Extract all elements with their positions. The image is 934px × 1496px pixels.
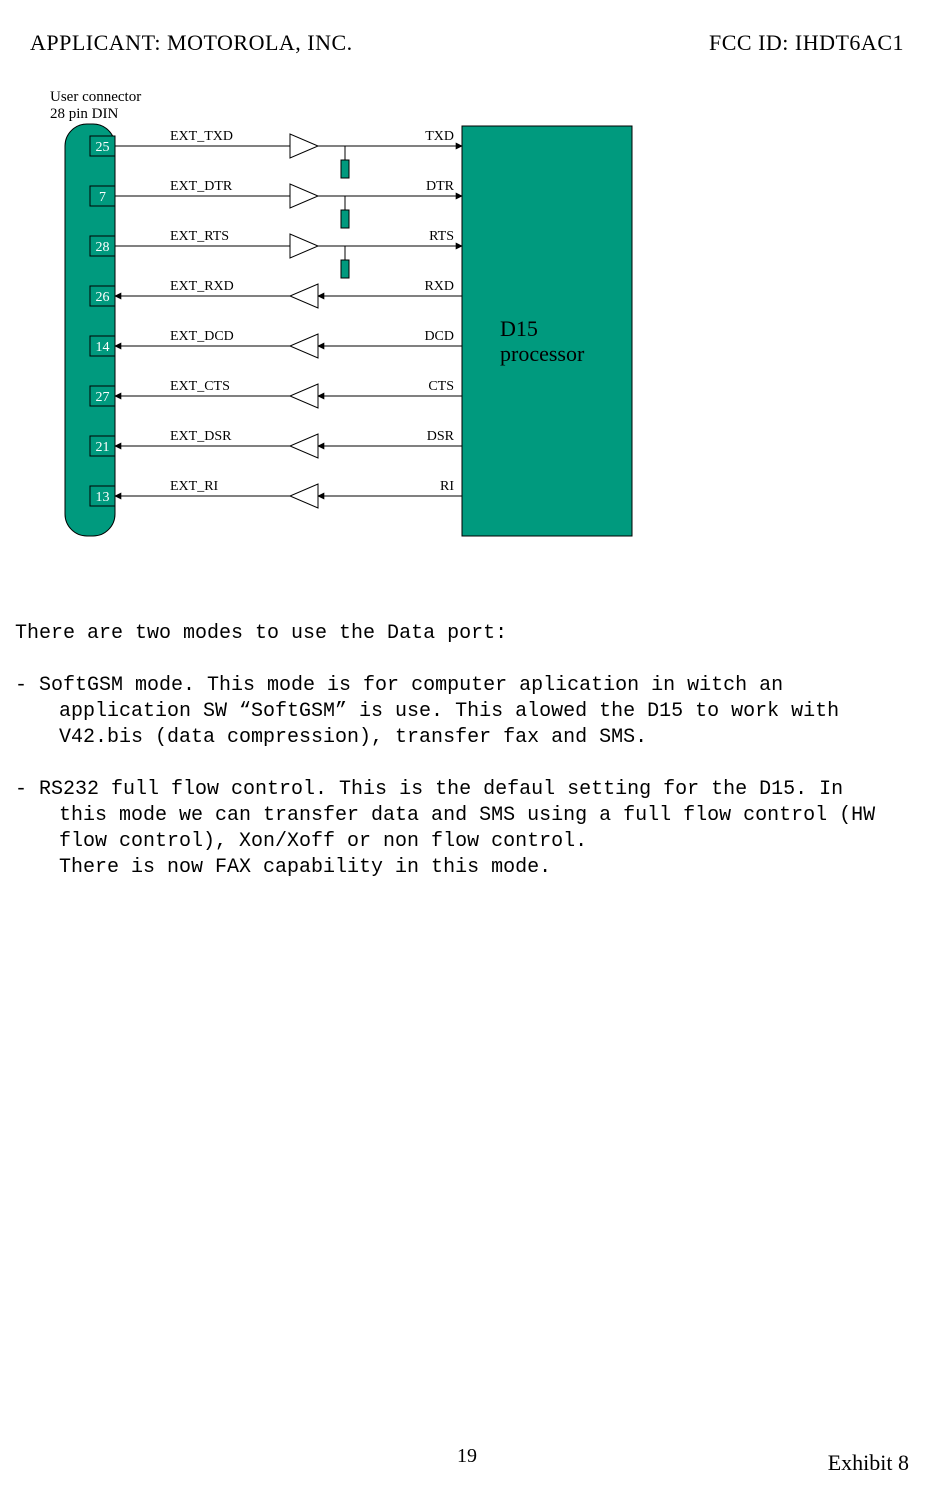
connector-label-2: 28 pin DIN bbox=[50, 106, 118, 122]
proc-signal-label: TXD bbox=[425, 129, 454, 144]
proc-signal-label: DCD bbox=[424, 329, 454, 344]
pin-number: 25 bbox=[96, 140, 110, 155]
ext-signal-label: EXT_RXD bbox=[170, 279, 234, 294]
ext-signal-label: EXT_DTR bbox=[170, 179, 233, 194]
proc-signal-label: DSR bbox=[427, 429, 455, 444]
pin-number: 27 bbox=[96, 390, 110, 405]
proc-signal-label: RTS bbox=[429, 229, 454, 244]
ext-signal-label: EXT_RTS bbox=[170, 229, 229, 244]
page: APPLICANT: MOTOROLA, INC. FCC ID: IHDT6A… bbox=[0, 0, 934, 1496]
ext-signal-label: EXT_DCD bbox=[170, 329, 234, 344]
pin-number: 26 bbox=[96, 290, 110, 305]
resistor-icon bbox=[341, 260, 349, 278]
buffer-icon bbox=[290, 284, 318, 308]
body-text: There are two modes to use the Data port… bbox=[15, 621, 899, 881]
ext-signal-label: EXT_TXD bbox=[170, 129, 233, 144]
mode-softgsm: - SoftGSM mode. This mode is for compute… bbox=[15, 673, 899, 751]
proc-signal-label: RXD bbox=[424, 279, 454, 294]
buffer-icon bbox=[290, 384, 318, 408]
buffer-icon bbox=[290, 134, 318, 158]
pin-number: 28 bbox=[96, 240, 110, 255]
buffer-icon bbox=[290, 434, 318, 458]
signal-diagram: D15processor User connector28 pin DIN 25 EX… bbox=[30, 86, 650, 541]
buffer-icon bbox=[290, 484, 318, 508]
pin-number: 13 bbox=[96, 490, 110, 505]
buffer-icon bbox=[290, 234, 318, 258]
fcc-id-text: FCC ID: IHDT6AC1 bbox=[709, 30, 904, 56]
proc-signal-label: CTS bbox=[428, 379, 454, 394]
resistor-icon bbox=[341, 160, 349, 178]
buffer-icon bbox=[290, 184, 318, 208]
page-number: 19 bbox=[0, 1445, 934, 1468]
pin-number: 21 bbox=[96, 440, 110, 455]
pin-number: 7 bbox=[99, 190, 106, 205]
pin-number: 14 bbox=[96, 340, 110, 355]
proc-signal-label: DTR bbox=[426, 179, 455, 194]
ext-signal-label: EXT_RI bbox=[170, 479, 219, 494]
applicant-text: APPLICANT: MOTOROLA, INC. bbox=[30, 30, 353, 56]
connector-label-1: User connector bbox=[50, 89, 141, 105]
ext-signal-label: EXT_CTS bbox=[170, 379, 230, 394]
mode-rs232-extra: There is now FAX capability in this mode… bbox=[15, 855, 899, 881]
exhibit-label: Exhibit 8 bbox=[828, 1450, 909, 1476]
processor-label-2: processor bbox=[500, 341, 585, 366]
page-header: APPLICANT: MOTOROLA, INC. FCC ID: IHDT6A… bbox=[30, 30, 904, 56]
processor-label-1: D15 bbox=[500, 316, 538, 341]
processor-box bbox=[462, 126, 632, 536]
ext-signal-label: EXT_DSR bbox=[170, 429, 232, 444]
intro-paragraph: There are two modes to use the Data port… bbox=[15, 621, 899, 647]
proc-signal-label: RI bbox=[440, 479, 454, 494]
buffer-icon bbox=[290, 334, 318, 358]
resistor-icon bbox=[341, 210, 349, 228]
mode-rs232: - RS232 full flow control. This is the d… bbox=[15, 777, 899, 855]
